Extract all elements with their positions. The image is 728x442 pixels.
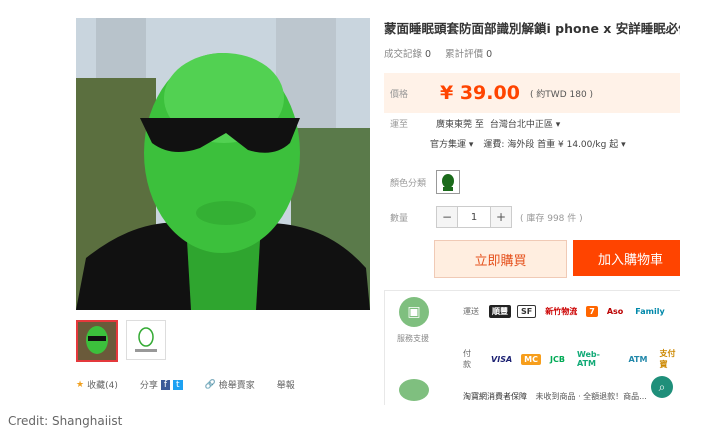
color-row: 顏色分類 [384,170,460,194]
mastercard-logo: MC [521,353,542,365]
logistics-row: 官方集運 ▾ 運費: 海外段 首重 ¥ 14.00/kg 起 ▾ [430,137,626,150]
chevron-down-icon: ▾ [621,140,626,150]
decrease-button[interactable]: − [436,206,458,228]
stock-text: ( 庫存 998 件 ) [520,213,583,224]
ship-from: 廣東東莞 至 [436,120,484,130]
price-panel: 價格 ¥ 39.00 ( 約TWD 180 ) [384,73,680,113]
sales-record[interactable]: 成交記錄 0 [384,46,431,60]
reviews-count[interactable]: 累計評價 0 [445,46,492,60]
star-icon: ★ [76,379,85,390]
guarantee-icon [399,379,429,401]
facebook-icon[interactable]: f [160,379,171,390]
quantity-row: 數量 − 1 + ( 庫存 998 件 ) [384,206,583,228]
payment-logos: 付款 VISA MC JCB Web-ATM ATM 支付寶 [463,347,680,371]
chevron-down-icon: ▾ [468,140,474,150]
favorite-button[interactable]: ★ 收藏(4) [76,378,118,392]
search-icon[interactable]: ⌕ [651,376,673,398]
twitter-icon[interactable]: t [173,379,183,390]
service-panel: ▣ 服務支援 運送 順豐 SF 新竹物流 7 Aso Family 付款 VIS… [384,290,680,405]
seven-eleven-logo: 7 [586,306,598,317]
support-icon: ▣ [399,297,429,327]
image-credit: Credit: Shanghaiist [8,414,123,428]
product-title: 蒙面睡眠頭套防面部識別解鎖i phone x 安詳睡眠必備 [384,21,680,36]
atm-logo: ATM [628,354,648,364]
shipping-logos: 運送 順豐 SF 新竹物流 7 Aso Family [463,305,668,318]
service-label: 服務支援 [397,334,429,343]
pay-label: 付款 [463,349,471,369]
product-photo[interactable] [76,18,370,310]
webatm-logo: Web-ATM [576,350,600,368]
share-button[interactable]: 分享 f t [140,378,183,391]
shunfeng-logo: 順豐 [489,305,511,318]
thumbnail-2[interactable] [126,320,166,360]
quantity-stepper: − 1 + [436,206,512,228]
price-converted: ( 約TWD 180 ) [529,89,594,100]
report-link[interactable]: 舉報 [277,378,295,391]
freight-info[interactable]: 運費: 海外段 首重 ¥ 14.00/kg 起 ▾ [483,137,625,150]
color-swatch[interactable] [436,170,460,194]
buy-now-button[interactable]: 立即購買 [434,240,567,278]
report-seller-link[interactable]: 🔗 檢舉賣家 [204,378,255,392]
jcb-logo: JCB [550,354,565,364]
product-page: ★ 收藏(4) 分享 f t 🔗 檢舉賣家 舉報 蒙面睡眠頭套防面部識別解鎖i phon… [62,0,680,405]
quantity-input[interactable]: 1 [458,206,490,228]
hct-logo: 新竹物流 [545,307,578,316]
visa-logo: VISA [491,354,513,364]
increase-button[interactable]: + [490,206,512,228]
shipping-row: 運至 廣東東莞 至 台灣台北中正區 ▾ [384,117,560,130]
guarantee-row: 淘寶網消費者保障 未收到商品 · 全額退款！商品... [463,392,647,401]
ship-label: 運送 [463,307,479,316]
chevron-down-icon: ▾ [555,120,561,130]
product-stats: 成交記錄 0 累計評價 0 [384,46,492,60]
ship-to-select[interactable]: 台灣台北中正區 ▾ [490,117,560,130]
price-label: 價格 [390,89,409,100]
add-to-cart-button[interactable]: 加入購物車 [573,240,680,276]
price-value: ¥ 39.00 [440,82,520,104]
thumbnail-strip [76,320,166,362]
alipay-logo: 支付寶 [659,349,676,369]
familymart-logo: Family [635,307,665,316]
thumbnail-1[interactable] [76,320,118,362]
link-icon: 🔗 [204,379,216,390]
aso-logo: Aso [606,307,624,316]
share-bar: ★ 收藏(4) 分享 f t 🔗 檢舉賣家 舉報 [76,378,370,391]
logistics-select[interactable]: 官方集運 ▾ [430,137,473,150]
sf-logo: SF [517,305,537,318]
